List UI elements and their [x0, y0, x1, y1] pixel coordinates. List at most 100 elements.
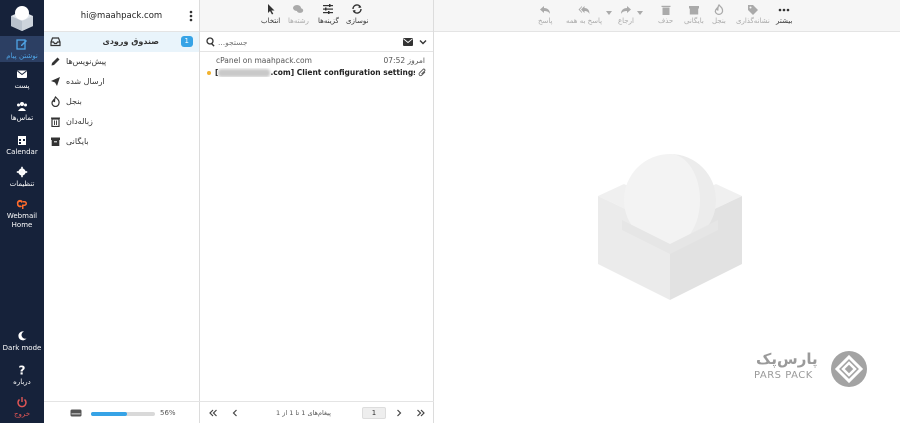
message-count: پیغام‌های 1 تا 1 از 1 — [276, 409, 331, 417]
trash-icon — [51, 117, 60, 127]
select-button[interactable]: انتخاب — [261, 3, 280, 25]
envelope-filter-icon[interactable] — [403, 38, 413, 46]
options-button[interactable]: گزینه‌ها — [318, 3, 339, 25]
redacted-text — [218, 69, 271, 77]
junk-button[interactable]: بنجل — [712, 4, 726, 25]
folder-inbox[interactable]: 1 صندوق ورودی — [44, 32, 199, 52]
pars-pack-logo: پارس‌پک PARS PACK — [752, 348, 872, 392]
reply-icon — [540, 6, 551, 14]
forward-dropdown-icon[interactable] — [637, 11, 643, 16]
folder-header: hi@maahpack.com — [44, 0, 199, 32]
folder-label: صندوق ورودی — [102, 37, 159, 46]
folder-junk[interactable]: بنجل — [44, 92, 199, 112]
first-page-icon[interactable] — [208, 408, 218, 418]
nav-settings[interactable]: تنظیمات — [0, 166, 44, 192]
more-dots-icon — [778, 8, 790, 12]
message-date: امروز 07:52 — [383, 56, 426, 65]
inbox-icon — [50, 37, 61, 47]
send-icon — [51, 77, 60, 86]
folder-trash[interactable]: زباله‌دان — [44, 112, 199, 132]
search-icon[interactable] — [206, 37, 216, 47]
last-page-icon[interactable] — [416, 408, 426, 418]
fire-icon — [714, 4, 724, 15]
chevron-down-icon[interactable] — [419, 38, 427, 46]
mark-button[interactable]: نشانه‌گذاری — [736, 4, 770, 25]
search-input[interactable] — [218, 35, 398, 49]
archive-label: بایگانی — [684, 17, 704, 25]
compose-button[interactable]: نوشتن پیام — [0, 36, 44, 62]
envelope-icon — [17, 70, 27, 78]
more-label: بیشتر — [776, 17, 793, 25]
page-number[interactable]: 1 — [362, 407, 386, 419]
nav-contacts[interactable]: تماس‌ها — [0, 100, 44, 126]
empty-preview-illustration — [598, 154, 742, 300]
power-icon — [17, 397, 27, 408]
forward-button[interactable]: ارجاع — [618, 4, 634, 25]
message-sender: cPanel on maahpack.com — [216, 56, 312, 65]
nav-mail[interactable]: پست — [0, 68, 44, 94]
reply-all-label: پاسخ به همه — [566, 17, 603, 25]
folder-label: ارسال شده — [66, 77, 105, 86]
mail-label: پست — [14, 82, 30, 90]
trash-icon — [661, 5, 671, 15]
logout-button[interactable]: خروج — [0, 396, 44, 422]
message-row[interactable]: cPanel on maahpack.com امروز 07:52 [.com… — [200, 52, 433, 82]
reply-button[interactable]: پاسخ — [538, 4, 552, 25]
tag-icon — [747, 5, 758, 15]
nav-calendar[interactable]: Calendar — [0, 134, 44, 160]
folder-label: پیش‌نویس‌ها — [66, 57, 107, 66]
cpanel-icon — [16, 199, 27, 209]
folder-drafts[interactable]: پیش‌نویس‌ها — [44, 52, 199, 72]
reply-all-dropdown-icon[interactable] — [606, 11, 612, 16]
delete-label: حذف — [658, 17, 674, 25]
compose-label: نوشتن پیام — [6, 52, 38, 60]
calendar-label: Calendar — [6, 148, 38, 156]
unread-badge: 1 — [180, 36, 193, 47]
mark-label: نشانه‌گذاری — [736, 17, 770, 25]
message-subject: [.com] Client configuration settings for… — [215, 68, 415, 77]
subject-rest: .com] Client configuration settings for … — [270, 68, 415, 77]
junk-label: بنجل — [712, 17, 726, 25]
webmail-label-2: Home — [11, 221, 33, 229]
refresh-icon — [352, 4, 362, 14]
pencil-icon — [51, 57, 60, 66]
message-list-panel: انتخاب رشته‌ها گزینه‌ها نوسازی cPanel on… — [200, 0, 434, 423]
nav-webmail-home[interactable]: Webmail Home — [0, 198, 44, 230]
refresh-button[interactable]: نوسازی — [346, 3, 368, 25]
pagination: پیغام‌های 1 تا 1 از 1 1 — [200, 401, 434, 423]
threads-label: رشته‌ها — [288, 17, 309, 25]
reply-all-button[interactable]: پاسخ به همه — [566, 4, 602, 25]
gear-icon — [16, 166, 28, 178]
quota-bar-fill — [91, 412, 127, 416]
kebab-menu-icon[interactable] — [189, 10, 193, 22]
more-button[interactable]: بیشتر — [776, 4, 792, 25]
unread-dot — [207, 71, 211, 75]
threads-button[interactable]: رشته‌ها — [288, 3, 309, 25]
next-page-icon[interactable] — [394, 408, 404, 418]
archive-icon — [688, 6, 699, 15]
webmail-label-1: Webmail — [6, 212, 38, 220]
sliders-icon — [323, 4, 334, 14]
cursor-icon — [267, 4, 275, 15]
delete-button[interactable]: حذف — [658, 4, 673, 25]
svg-text:?: ? — [19, 364, 26, 376]
folder-sent[interactable]: ارسال شده — [44, 72, 199, 92]
settings-label: تنظیمات — [9, 180, 35, 188]
chat-bubbles-icon — [293, 5, 304, 13]
darkmode-toggle[interactable]: Dark mode — [0, 330, 44, 356]
folder-label: زباله‌دان — [66, 117, 93, 126]
list-toolbar: انتخاب رشته‌ها گزینه‌ها نوسازی — [200, 0, 433, 32]
about-button[interactable]: ? درباره — [0, 364, 44, 390]
mail-toolbar: پاسخ پاسخ به همه ارجاع حذف بایگانی بنجل … — [434, 0, 900, 32]
brand-name-fa: پارس‌پک — [756, 350, 818, 368]
account-email: hi@maahpack.com — [80, 11, 163, 21]
moon-icon — [18, 331, 27, 341]
brand-name-en: PARS PACK — [754, 370, 813, 381]
roundcube-logo-icon[interactable] — [8, 4, 36, 32]
prev-page-icon[interactable] — [230, 408, 240, 418]
quota-percent: 56% — [160, 409, 176, 417]
folder-archive[interactable]: بایگانی — [44, 132, 199, 152]
pars-pack-emblem-icon — [831, 351, 867, 387]
archive-button[interactable]: بایگانی — [684, 4, 704, 25]
quota-footer: 56% — [44, 401, 200, 423]
